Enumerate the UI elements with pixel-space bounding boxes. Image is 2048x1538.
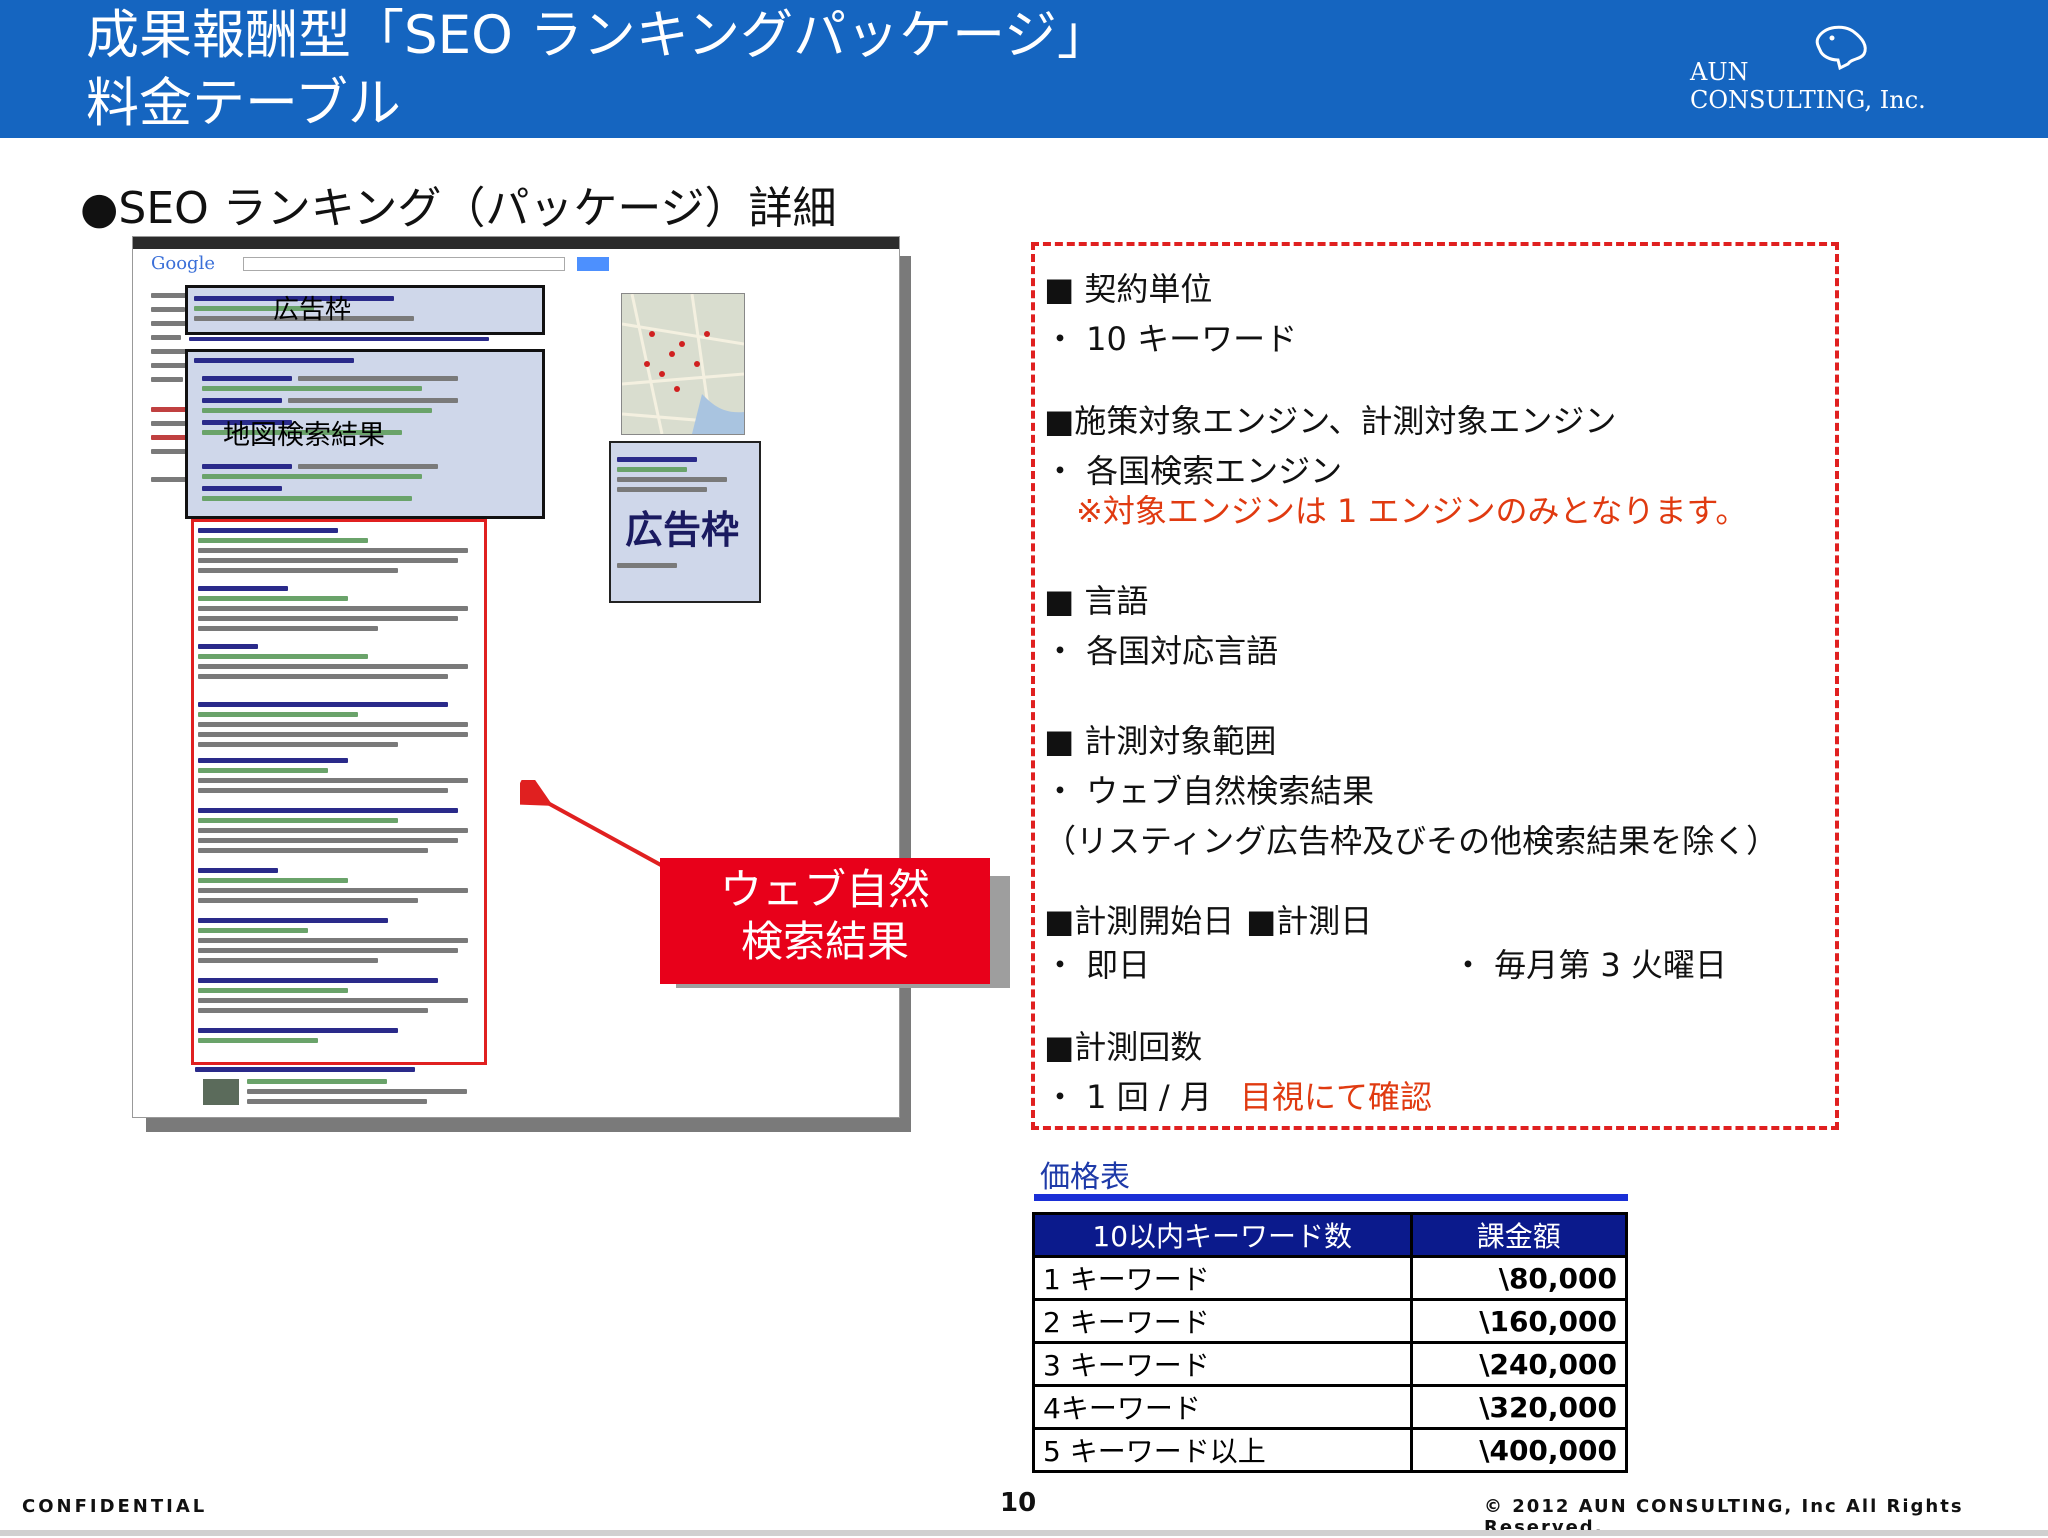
count-note: 目視にて確認 xyxy=(1240,1078,1433,1116)
search-box xyxy=(243,257,565,271)
scope-item: ・ ウェブ自然検索結果 xyxy=(1044,772,1375,810)
table-row: 3 キーワード \240,000 xyxy=(1032,1341,1628,1387)
measure-day-item: ・ 毎月第 3 火曜日 xyxy=(1452,946,1727,984)
page-number: 10 xyxy=(1000,1488,1037,1518)
keyword-cell: 4キーワード xyxy=(1032,1384,1413,1430)
keyword-cell: 5 キーワード以上 xyxy=(1032,1427,1413,1473)
callout-line1: ウェブ自然 xyxy=(719,865,930,914)
language-item: ・ 各国対応言語 xyxy=(1044,632,1279,670)
price-table-title: 価格表 xyxy=(1040,1160,1130,1195)
amount-header: 課金額 xyxy=(1409,1212,1628,1258)
organic-results-box xyxy=(191,519,487,1065)
start-heading: ■計測開始日 xyxy=(1044,902,1235,940)
video-thumbnail xyxy=(203,1079,239,1105)
price-title-rule xyxy=(1034,1194,1628,1201)
table-row: 2 キーワード \160,000 xyxy=(1032,1298,1628,1344)
logo-line1: AUN xyxy=(1690,58,1749,86)
company-logo: AUN CONSULTING, Inc. xyxy=(1690,58,1926,114)
engine-heading: ■施策対象エンジン、計測対象エンジン xyxy=(1044,402,1617,440)
count-heading: ■計測回数 xyxy=(1044,1028,1203,1066)
callout-line2: 検索結果 xyxy=(740,917,909,966)
ad-slot-top xyxy=(185,285,545,335)
footer-divider xyxy=(0,1530,2048,1536)
price-table: 10以内キーワード数 課金額 1 キーワード \80,000 2 キーワード \… xyxy=(1032,1212,1628,1473)
contract-heading: ■ 契約単位 xyxy=(1044,270,1213,308)
keyword-count-header: 10以内キーワード数 xyxy=(1032,1212,1413,1258)
start-item: ・ 即日 xyxy=(1044,946,1151,984)
keyword-cell: 3 キーワード xyxy=(1032,1341,1413,1387)
search-button xyxy=(577,257,609,271)
ad-slot-label: 広告枠 xyxy=(273,295,352,325)
contract-item: ・ 10 キーワード xyxy=(1044,320,1298,358)
browser-topbar xyxy=(133,237,899,249)
amount-cell: \240,000 xyxy=(1409,1341,1628,1387)
table-row: 5 キーワード以上 \400,000 xyxy=(1032,1427,1628,1473)
engine-note: ※対象エンジンは 1 エンジンのみとなります。 xyxy=(1076,492,1748,530)
section-subtitle: ●SEO ランキング（パッケージ）詳細 xyxy=(80,183,837,234)
keyword-cell: 1 キーワード xyxy=(1032,1255,1413,1301)
language-heading: ■ 言語 xyxy=(1044,582,1149,620)
amount-cell: \160,000 xyxy=(1409,1298,1628,1344)
keyword-cell: 2 キーワード xyxy=(1032,1298,1413,1344)
page-title-line2: 料金テーブル xyxy=(86,73,401,134)
logo-line2: CONSULTING, Inc. xyxy=(1690,86,1926,114)
scope-heading: ■ 計測対象範囲 xyxy=(1044,722,1277,760)
organic-results-callout: ウェブ自然 検索結果 xyxy=(660,858,990,984)
table-row: 1 キーワード \80,000 xyxy=(1032,1255,1628,1301)
count-item: ・ 1 回 / 月 xyxy=(1044,1078,1212,1116)
price-header-row: 10以内キーワード数 課金額 xyxy=(1032,1212,1628,1258)
map-thumbnail xyxy=(621,293,745,435)
ad-side-label: 広告枠 xyxy=(625,508,740,552)
search-engine-logo: Google xyxy=(151,253,215,274)
confidential-label: CONFIDENTIAL xyxy=(22,1496,208,1517)
header-bar: 成果報酬型「SEO ランキングパッケージ」 料金テーブル AUN CONSULT… xyxy=(0,0,2048,138)
amount-cell: \80,000 xyxy=(1409,1255,1628,1301)
table-row: 4キーワード \320,000 xyxy=(1032,1384,1628,1430)
scope-note: （リスティング広告枠及びその他検索結果を除く） xyxy=(1044,822,1779,860)
map-results-label: 地図検索結果 xyxy=(223,420,385,451)
amount-cell: \400,000 xyxy=(1409,1427,1628,1473)
page-title: 成果報酬型「SEO ランキングパッケージ」 xyxy=(86,5,1111,66)
details-panel xyxy=(1031,242,1839,1130)
measure-day-heading: ■計測日 xyxy=(1246,902,1373,940)
amount-cell: \320,000 xyxy=(1409,1384,1628,1430)
